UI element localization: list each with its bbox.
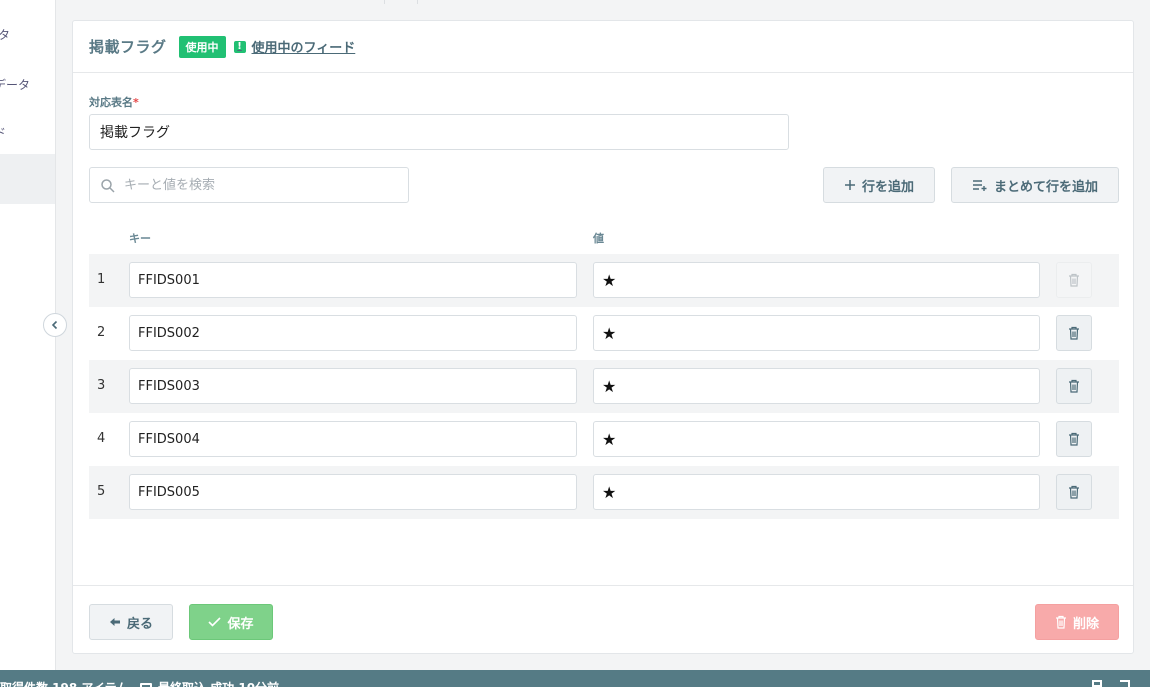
required-mark: * <box>133 96 139 109</box>
feed-link[interactable]: ! 使用中のフィード <box>233 37 356 56</box>
column-header-key: キー <box>129 232 151 245</box>
key-input[interactable] <box>129 262 577 298</box>
back-label: 戻る <box>126 616 153 632</box>
mapping-table-card: 掲載フラグ 使用中 ! 使用中のフィード 対応表名* 行を追加 まとめて行を追加… <box>72 20 1134 654</box>
sidebar-item-label: タ <box>0 26 10 43</box>
row-number: 5 <box>97 484 106 499</box>
add-row-label: 行を追加 <box>861 179 914 195</box>
trash-icon <box>1069 326 1079 340</box>
table-row: 4 <box>89 413 1119 466</box>
table-name-label: 対応表名* <box>89 94 139 110</box>
sidebar-item[interactable]: タ <box>0 8 55 58</box>
value-input[interactable] <box>593 368 1040 404</box>
sidebar-item-active[interactable] <box>0 154 55 204</box>
chevron-left-icon <box>51 320 58 330</box>
delete-row-button[interactable] <box>1056 368 1092 404</box>
key-input[interactable] <box>129 315 577 351</box>
key-input[interactable] <box>129 368 577 404</box>
column-header-value: 値 <box>593 232 604 245</box>
list-add-icon <box>972 179 988 191</box>
bulk-add-rows-button[interactable]: まとめて行を追加 <box>951 167 1119 203</box>
delete-row-button[interactable] <box>1056 262 1092 298</box>
add-row-button[interactable]: 行を追加 <box>823 167 935 203</box>
search-icon <box>101 179 115 193</box>
key-input[interactable] <box>129 474 577 510</box>
card-header: 掲載フラグ 使用中 ! 使用中のフィード <box>73 21 1133 73</box>
save-label: 保存 <box>227 616 254 632</box>
arrow-left-icon <box>109 617 121 627</box>
delete-button[interactable]: 削除 <box>1035 604 1119 640</box>
sidebar-item-label: データ <box>0 78 31 92</box>
value-input[interactable] <box>593 474 1040 510</box>
expand-icon[interactable] <box>1120 680 1130 687</box>
row-number: 2 <box>97 325 106 340</box>
value-input[interactable] <box>593 421 1040 457</box>
card-footer: 戻る 保存 削除 <box>73 585 1133 653</box>
delete-row-button[interactable] <box>1056 421 1092 457</box>
status-badge: 使用中 <box>178 35 226 58</box>
delete-row-button[interactable] <box>1056 315 1092 351</box>
sidebar-item[interactable]: データ <box>0 58 55 108</box>
status-bar: 取得件数 198 アイテム 最終取込 成功 10分前 <box>0 670 1150 687</box>
trash-icon <box>1069 485 1079 499</box>
key-input[interactable] <box>129 421 577 457</box>
table-row: 5 <box>89 466 1119 519</box>
trash-icon <box>1055 615 1067 629</box>
trash-icon <box>1069 432 1079 446</box>
table-name-input[interactable] <box>89 114 789 150</box>
trash-icon <box>1069 273 1079 287</box>
top-strip <box>56 0 1150 4</box>
item-count: 取得件数 198 アイテム <box>0 679 128 687</box>
delete-row-button[interactable] <box>1056 474 1092 510</box>
save-button[interactable]: 保存 <box>189 604 273 640</box>
sidebar-collapse-button[interactable] <box>43 313 67 337</box>
table-row: 1 <box>89 254 1119 307</box>
sidebar-item-label: ド <box>0 124 6 141</box>
last-import-status: 最終取込 成功 10分前 <box>140 679 279 687</box>
table-name-label-text: 対応表名 <box>89 96 133 109</box>
sidebar-item[interactable]: ド <box>0 106 55 156</box>
mapping-rows: 1 2 3 4 <box>89 254 1119 519</box>
value-input[interactable] <box>593 262 1040 298</box>
search-box[interactable] <box>89 167 409 203</box>
alert-icon: ! <box>233 40 246 53</box>
plus-icon <box>844 179 856 191</box>
trash-icon <box>1069 379 1079 393</box>
row-number: 4 <box>97 431 106 446</box>
row-number: 1 <box>97 272 106 287</box>
value-input[interactable] <box>593 315 1040 351</box>
window-icon[interactable] <box>1092 680 1102 687</box>
check-icon <box>208 617 222 627</box>
row-number: 3 <box>97 378 106 393</box>
calendar-icon <box>140 682 152 687</box>
last-import-label: 最終取込 成功 10分前 <box>158 679 279 687</box>
delete-label: 削除 <box>1072 616 1099 632</box>
back-button[interactable]: 戻る <box>89 604 173 640</box>
search-input[interactable] <box>124 168 404 202</box>
table-row: 2 <box>89 307 1119 360</box>
page-title: 掲載フラグ <box>89 38 167 56</box>
bulk-add-label: まとめて行を追加 <box>993 179 1098 195</box>
table-row: 3 <box>89 360 1119 413</box>
feed-link-label: 使用中のフィード <box>251 41 356 56</box>
